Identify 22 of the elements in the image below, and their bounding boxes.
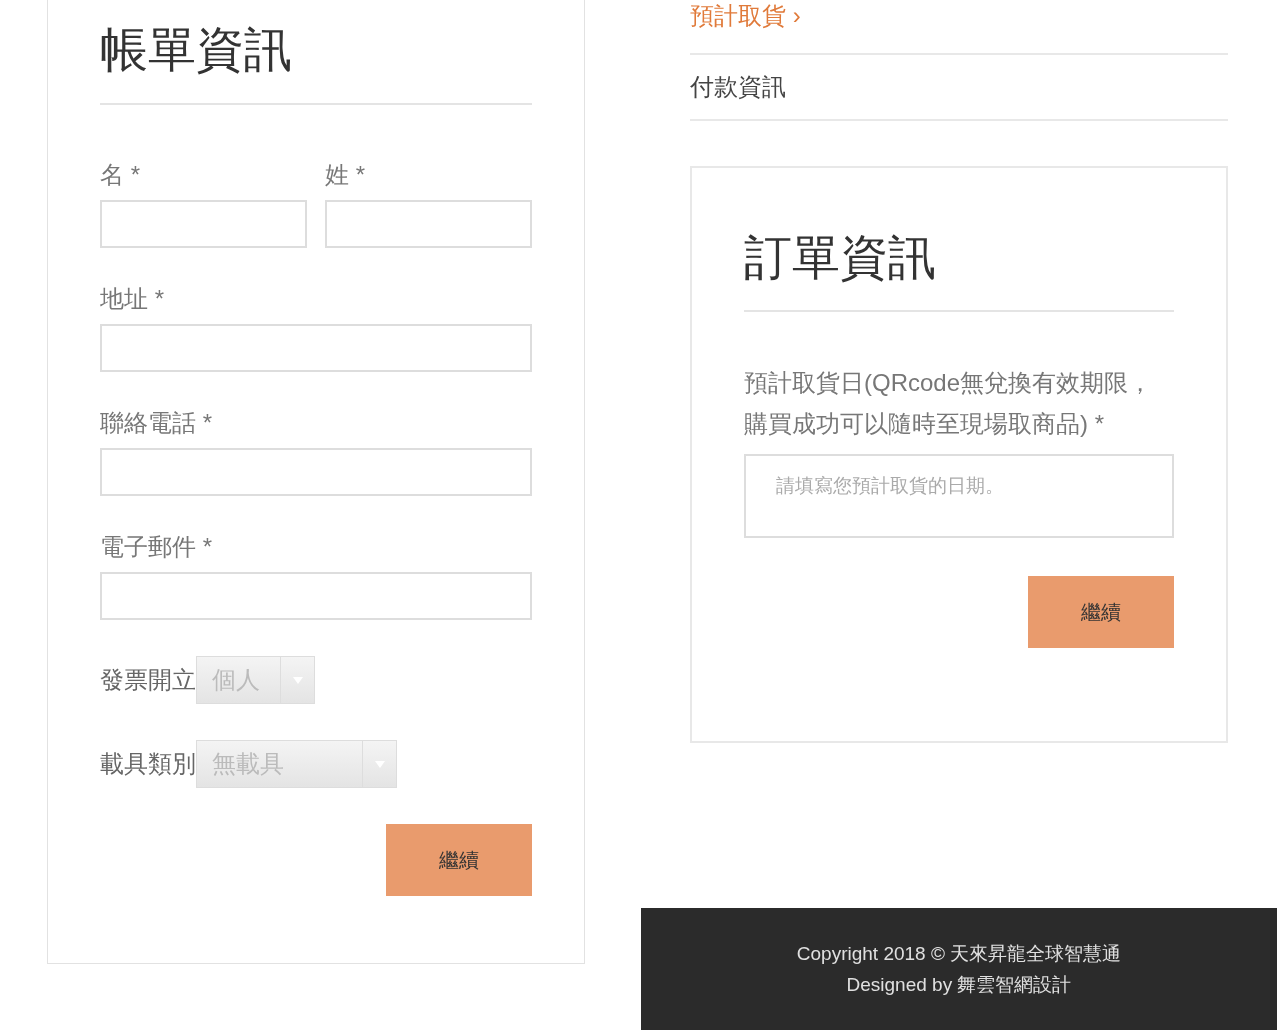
field-label: 電子郵件 * [100, 532, 213, 562]
input-field[interactable] [100, 324, 532, 372]
footer-text: Designed by 舞雲智網設計 [846, 973, 1072, 997]
order-title: 訂單資訊 [744, 230, 937, 286]
field-label: 載具類別 [100, 749, 196, 779]
continue-button[interactable]: 繼續 [386, 824, 532, 896]
field-label: 地址 * [100, 284, 165, 314]
input-field[interactable] [100, 572, 532, 620]
field-label: 聯絡電話 * [100, 408, 213, 438]
continue-button[interactable]: 繼續 [1028, 576, 1174, 648]
step-link[interactable]: 預計取貨 › [690, 0, 801, 32]
field-label: 名 * [100, 160, 141, 190]
date-field[interactable]: 請填寫您預計取貨的日期。 [744, 454, 1174, 538]
step-link[interactable]: 付款資訊 [690, 71, 786, 103]
input-field[interactable] [100, 448, 532, 496]
footer-text: Copyright 2018 © 天來昇龍全球智慧通 [796, 942, 1122, 966]
field-label: 姓 * [325, 160, 366, 190]
field-label: 發票開立 [100, 665, 196, 695]
input-field[interactable] [325, 200, 532, 248]
field-label: 預計取貨日(QRcode無兌換有效期限，購買成功可以隨時至現場取商品) * [744, 368, 1154, 439]
billing-title: 帳單資訊 [100, 22, 293, 78]
input-field[interactable] [100, 200, 307, 248]
